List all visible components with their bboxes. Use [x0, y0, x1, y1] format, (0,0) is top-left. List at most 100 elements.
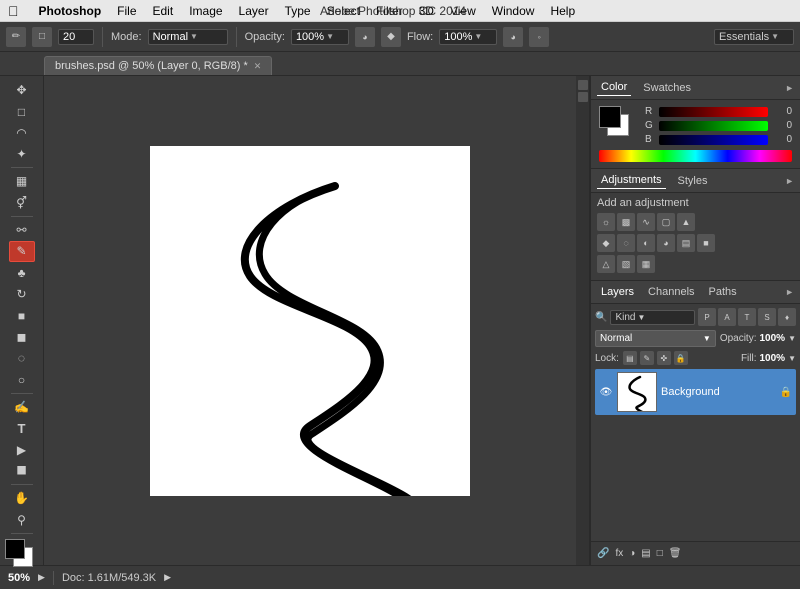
tab-paths[interactable]: Paths [705, 284, 741, 300]
menu-help[interactable]: Help [542, 4, 583, 18]
lock-paint-icon[interactable]: ✎ [640, 351, 654, 365]
tab-color[interactable]: Color [597, 79, 631, 96]
filter-type-icon[interactable]: T [738, 308, 756, 326]
clone-stamp-tool[interactable]: ♣ [9, 263, 35, 283]
fill-value[interactable]: 100% [760, 353, 786, 364]
posterize-icon[interactable]: ▧ [617, 255, 635, 273]
filter-smart-icon[interactable]: ♦ [778, 308, 796, 326]
brush-tool[interactable]: ✎ [9, 241, 35, 262]
bw-icon[interactable]: ◐ [637, 234, 655, 252]
menu-edit[interactable]: Edit [145, 4, 182, 18]
layer-filter-icons: P A T S ♦ [698, 308, 796, 326]
blue-slider[interactable] [659, 135, 768, 145]
wand-tool[interactable]: ✦ [9, 144, 35, 164]
new-group-icon[interactable]: ▤ [641, 548, 650, 559]
status-arrow[interactable]: ▶ [164, 572, 171, 583]
layers-panel-menu-icon[interactable]: ► [785, 287, 794, 297]
opacity-value[interactable]: 100% [760, 333, 786, 344]
app-name[interactable]: Photoshop [31, 4, 110, 18]
add-style-icon[interactable]: fx [615, 548, 623, 559]
pressure-flow-icon[interactable]: ◕ [503, 27, 523, 47]
history-brush-tool[interactable]: ↻ [9, 284, 35, 304]
foreground-color-swatch[interactable] [5, 539, 25, 559]
green-slider[interactable] [659, 121, 768, 131]
canvas-area[interactable] [44, 76, 576, 565]
heal-tool[interactable]: ⚯ [9, 220, 35, 240]
brush-size-input[interactable]: 20 [58, 29, 94, 45]
add-mask-icon[interactable]: ◑ [629, 548, 635, 559]
path-select-tool[interactable]: ▶ [9, 440, 35, 460]
tab-adjustments[interactable]: Adjustments [597, 172, 666, 189]
smooth-icon[interactable]: ◦ [529, 27, 549, 47]
flow-dropdown[interactable]: 100% ▼ [439, 29, 497, 45]
tab-channels[interactable]: Channels [644, 284, 698, 300]
vibrance-icon[interactable]: ▲ [677, 213, 695, 231]
strip-button-1[interactable] [578, 80, 588, 90]
canvas[interactable] [150, 146, 470, 496]
color-spectrum[interactable] [599, 150, 792, 162]
filter-adjust-icon[interactable]: A [718, 308, 736, 326]
pen-tool[interactable]: ✍ [9, 397, 35, 417]
document-tab[interactable]: brushes.psd @ 50% (Layer 0, RGB/8) * ✕ [44, 56, 272, 75]
hsl-icon[interactable]: ◆ [597, 234, 615, 252]
brightness-icon[interactable]: ☼ [597, 213, 615, 231]
levels-icon[interactable]: ▩ [617, 213, 635, 231]
zoom-indicator-icon[interactable]: ▶ [38, 572, 45, 583]
blur-tool[interactable]: ◌ [9, 348, 35, 368]
shape-tool[interactable]: ⯀ [9, 461, 35, 481]
threshold-icon[interactable]: ▦ [637, 255, 655, 273]
layers-kind-dropdown[interactable]: Kind ▼ [610, 310, 695, 325]
menu-type[interactable]: Type [277, 4, 319, 18]
lasso-tool[interactable]: ◠ [9, 123, 35, 143]
fg-color-swatch[interactable] [599, 106, 621, 128]
lock-position-icon[interactable]: ✜ [657, 351, 671, 365]
move-tool[interactable]: ✥ [9, 80, 35, 100]
menu-window[interactable]: Window [484, 4, 543, 18]
invert-icon[interactable]: △ [597, 255, 615, 273]
apple-icon[interactable]:  [8, 3, 19, 19]
airbrush-icon[interactable]: ◆ [381, 27, 401, 47]
strip-button-2[interactable] [578, 92, 588, 102]
color-lookup-icon[interactable]: ■ [697, 234, 715, 252]
mode-dropdown[interactable]: Normal ▼ [148, 29, 228, 45]
workspace-dropdown[interactable]: Essentials ▼ [714, 29, 794, 45]
layer-background[interactable]: 👁 Background 🔒 [595, 369, 796, 415]
delete-layer-icon[interactable]: 🗑 [669, 548, 682, 559]
tab-styles[interactable]: Styles [674, 173, 712, 189]
hand-tool[interactable]: ✋ [9, 488, 35, 508]
filter-pixel-icon[interactable]: P [698, 308, 716, 326]
dodge-tool[interactable]: ○ [9, 370, 35, 390]
eraser-tool[interactable]: ■ [9, 306, 35, 326]
lock-all-icon[interactable]: 🔒 [674, 351, 688, 365]
adj-panel-menu-icon[interactable]: ► [785, 176, 794, 186]
crop-tool[interactable]: ▦ [9, 171, 35, 191]
gradient-tool[interactable]: ◼ [9, 327, 35, 347]
exposure-icon[interactable]: ▢ [657, 213, 675, 231]
menu-image[interactable]: Image [181, 4, 230, 18]
new-layer-icon[interactable]: □ [657, 548, 663, 559]
red-slider[interactable] [659, 107, 768, 117]
marquee-tool[interactable]: □ [9, 101, 35, 121]
curves-icon[interactable]: ∿ [637, 213, 655, 231]
tab-close-button[interactable]: ✕ [254, 61, 262, 72]
lock-transparent-icon[interactable]: ▤ [623, 351, 637, 365]
color-balance-icon[interactable]: ◌ [617, 234, 635, 252]
pressure-opacity-icon[interactable]: ◕ [355, 27, 375, 47]
link-layers-icon[interactable]: 🔗 [597, 548, 609, 559]
photo-filter-icon[interactable]: ◕ [657, 234, 675, 252]
eyedropper-tool[interactable]: ⚥ [9, 193, 35, 213]
opacity-dropdown[interactable]: 100% ▼ [291, 29, 349, 45]
text-tool[interactable]: T [9, 418, 35, 438]
brush-preset-icon[interactable]: □ [32, 27, 52, 47]
blend-mode-dropdown[interactable]: Normal ▼ [595, 330, 716, 347]
channel-mixer-icon[interactable]: ▤ [677, 234, 695, 252]
menu-file[interactable]: File [109, 4, 144, 18]
menu-layer[interactable]: Layer [231, 4, 277, 18]
color-panel-menu-icon[interactable]: ► [785, 83, 794, 93]
filter-shape-icon[interactable]: S [758, 308, 776, 326]
tab-swatches[interactable]: Swatches [639, 80, 695, 96]
zoom-tool[interactable]: ⚲ [9, 509, 35, 529]
zoom-level[interactable]: 50% [8, 572, 30, 584]
tab-layers[interactable]: Layers [597, 284, 638, 300]
layer-visibility-toggle[interactable]: 👁 [599, 385, 613, 399]
